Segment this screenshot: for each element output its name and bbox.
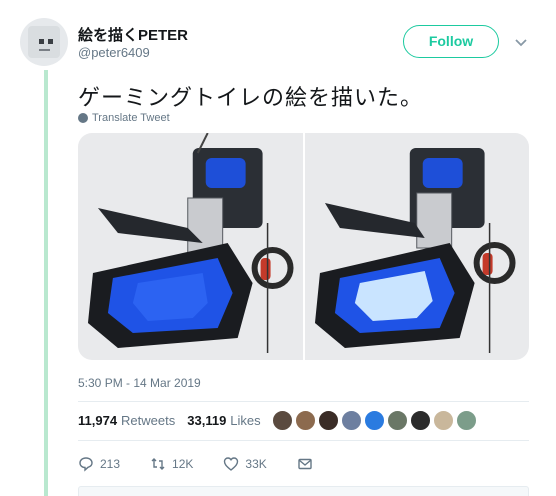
tweet-stats: 11,974 Retweets 33,119 Likes (78, 413, 261, 428)
thread-line (44, 70, 48, 496)
liker-avatar[interactable] (364, 410, 385, 431)
retweet-count: 12K (172, 457, 194, 471)
globe-icon (78, 113, 88, 123)
tweet-text: ゲーミングトイレの絵を描いた。 (78, 85, 424, 110)
reply-button[interactable]: 213 (78, 456, 120, 472)
retweets-count[interactable]: 11,974 (78, 413, 117, 428)
avatar[interactable] (20, 18, 68, 66)
divider (78, 401, 529, 402)
likers-avatars[interactable] (272, 410, 477, 431)
retweet-icon (151, 458, 165, 470)
message-icon (298, 458, 312, 470)
retweet-button[interactable]: 12K (150, 456, 193, 472)
gaming-toilet-drawing-glow (314, 148, 516, 353)
reply-icon (79, 457, 93, 472)
reply-compose-box[interactable] (78, 486, 529, 496)
tweet-actions: 213 12K 33K (78, 456, 343, 472)
translate-label: Translate Tweet (92, 112, 170, 124)
media-image-1[interactable] (78, 133, 303, 360)
liker-avatar[interactable] (341, 410, 362, 431)
chevron-down-icon[interactable] (514, 35, 528, 49)
likes-count[interactable]: 33,119 (187, 413, 226, 428)
direct-message-button[interactable] (297, 456, 313, 472)
liker-avatar[interactable] (456, 410, 477, 431)
media-image-2[interactable] (304, 133, 529, 360)
display-name[interactable]: 絵を描くPETER (78, 24, 188, 45)
like-button[interactable]: 33K (223, 456, 267, 472)
tweet-timestamp[interactable]: 5:30 PM - 14 Mar 2019 (78, 376, 201, 390)
divider (78, 440, 529, 441)
like-count: 33K (245, 457, 267, 471)
reply-count: 213 (100, 457, 121, 471)
media-grid[interactable] (78, 133, 529, 360)
follow-button[interactable]: Follow (403, 25, 499, 58)
liker-avatar[interactable] (387, 410, 408, 431)
retweets-label[interactable]: Retweets (121, 413, 175, 428)
likes-label[interactable]: Likes (230, 413, 260, 428)
gaming-toilet-drawing (87, 133, 294, 353)
heart-icon (224, 457, 239, 471)
liker-avatar[interactable] (318, 410, 339, 431)
liker-avatar[interactable] (295, 410, 316, 431)
liker-avatar[interactable] (272, 410, 293, 431)
liker-avatar[interactable] (433, 410, 454, 431)
translate-tweet-link[interactable]: Translate Tweet (78, 112, 170, 124)
liker-avatar[interactable] (410, 410, 431, 431)
user-handle[interactable]: @peter6409 (78, 45, 150, 60)
avatar-face (28, 26, 60, 58)
